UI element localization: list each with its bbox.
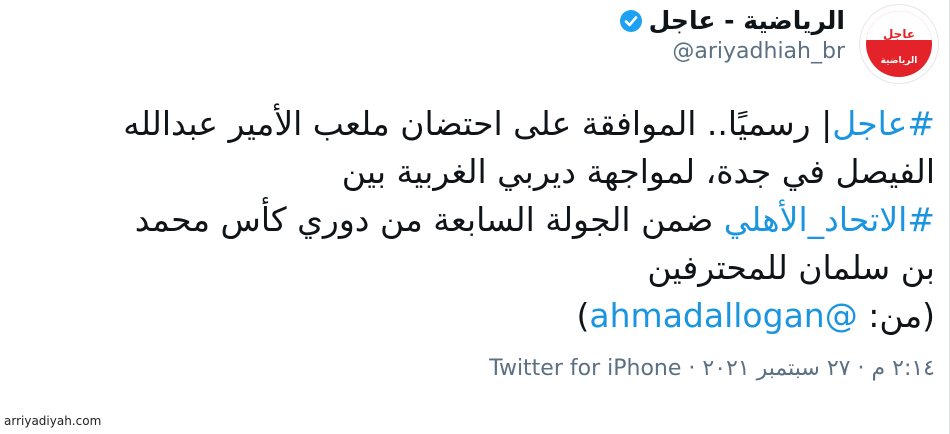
tweet-line-2: الفيصل في جدة، لمواجهة ديربي الغربية بين — [15, 148, 935, 196]
tweet-line-4: بن سلمان للمحترفين — [15, 244, 935, 292]
tweet-date[interactable]: ٢٧ سبتمبر ٢٠٢١ — [702, 356, 850, 381]
meta-separator-2: · — [688, 356, 696, 381]
tweet-line-3-text: ضمن الجولة السابعة من دوري كأس محمد — [134, 200, 724, 239]
verified-badge-icon — [619, 9, 642, 32]
meta-separator-1: · — [857, 356, 865, 381]
tweet-line-3: #الاتحاد_الأهلي ضمن الجولة السابعة من دو… — [15, 196, 935, 244]
source-prefix: (من: — [857, 296, 935, 335]
tweet-line-1-text: | رسميًا.. الموافقة على احتضان ملعب الأم… — [123, 104, 833, 143]
tweet-line-4-text: بن سلمان للمحترفين — [647, 248, 935, 287]
source-suffix: ) — [576, 296, 590, 335]
tweet-card: عاجل الرياضية الرياضية - عاجل @ariyadhia… — [0, 0, 950, 434]
tweet-time[interactable]: ٢:١٤ م — [872, 356, 936, 381]
hashtag-breaking[interactable]: #عاجل — [832, 104, 935, 143]
author-handle[interactable]: @ariyadhiah_br — [619, 39, 845, 64]
tweet-text: #عاجل| رسميًا.. الموافقة على احتضان ملعب… — [15, 100, 935, 340]
display-name[interactable]: الرياضية - عاجل — [649, 6, 845, 35]
tweet-line-5: (من: @ahmadallogan) — [15, 292, 935, 340]
tweet-meta: ٢:١٤ م · ٢٧ سبتمبر ٢٠٢١ · Twitter for iP… — [489, 356, 935, 381]
tweet-header: عاجل الرياضية الرياضية - عاجل @ariyadhia… — [619, 4, 939, 84]
hashtag-derby[interactable]: #الاتحاد_الأهلي — [724, 200, 935, 239]
tweet-line-2-text: الفيصل في جدة، لمواجهة ديربي الغربية بين — [341, 152, 935, 191]
display-name-row: الرياضية - عاجل — [619, 6, 845, 35]
watermark: arriyadiyah.com — [4, 414, 102, 428]
author-names: الرياضية - عاجل @ariyadhiah_br — [619, 6, 845, 64]
avatar-logo-bottom-text: الرياضية — [880, 56, 918, 66]
tweet-source-app[interactable]: Twitter for iPhone — [489, 356, 681, 381]
tweet-line-1: #عاجل| رسميًا.. الموافقة على احتضان ملعب… — [15, 100, 935, 148]
mention-link[interactable]: @ahmadallogan — [589, 296, 857, 335]
avatar-logo: عاجل الرياضية — [866, 11, 932, 77]
avatar-logo-top-text: عاجل — [882, 27, 916, 41]
avatar[interactable]: عاجل الرياضية — [859, 4, 939, 84]
